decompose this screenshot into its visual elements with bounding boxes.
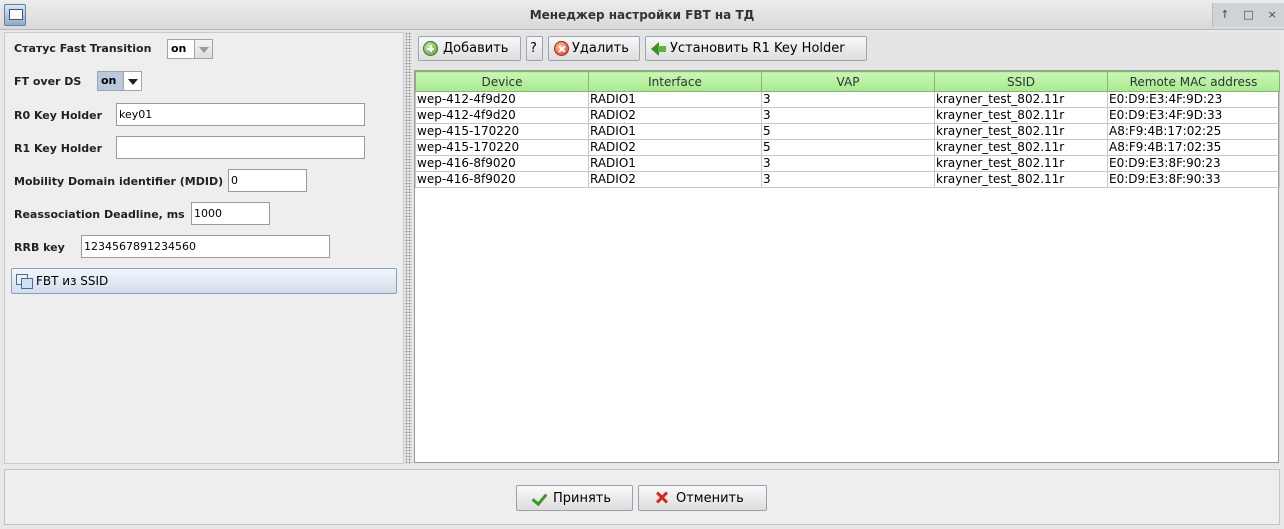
add-button-label: Добавить (443, 41, 509, 56)
x-icon (655, 491, 669, 505)
cell-device[interactable]: wep-412-4f9d20 (415, 91, 589, 108)
settings-panel: Статус Fast Transition on FT over DS on … (4, 32, 404, 464)
cell-ssid[interactable]: krayner_test_802.11r (934, 91, 1108, 108)
cell-interface[interactable]: RADIO2 (588, 139, 762, 156)
column-header-device[interactable]: Device (415, 71, 589, 92)
cell-vap[interactable]: 3 (761, 91, 935, 108)
plus-circle-icon (423, 41, 438, 56)
help-button-label: ? (530, 41, 537, 56)
table-row[interactable]: wep-416-8f9020 RADIO1 3 krayner_test_802… (415, 155, 1280, 172)
delete-button-label: Удалить (572, 41, 629, 56)
reassociation-deadline-label: Reassociation Deadline, ms (14, 208, 185, 221)
cell-remote-mac[interactable]: E0:D9:E3:4F:9D:33 (1107, 107, 1280, 124)
cell-remote-mac[interactable]: E0:D9:E3:4F:9D:23 (1107, 91, 1280, 108)
fast-transition-value: on (171, 42, 187, 55)
r1-key-holder-input[interactable] (116, 136, 365, 159)
cell-device[interactable]: wep-412-4f9d20 (415, 107, 589, 124)
cell-remote-mac[interactable]: A8:F9:4B:17:02:35 (1107, 139, 1280, 156)
column-header-ssid[interactable]: SSID (934, 71, 1108, 92)
fbt-devices-table: Device Interface VAP SSID Remote MAC add… (414, 70, 1280, 463)
table-header-row: Device Interface VAP SSID Remote MAC add… (415, 71, 1280, 92)
table-row[interactable]: wep-415-170220 RADIO2 5 krayner_test_802… (415, 139, 1280, 156)
cell-remote-mac[interactable]: A8:F9:4B:17:02:25 (1107, 123, 1280, 140)
chevron-down-icon[interactable] (123, 72, 141, 90)
cancel-button[interactable]: Отменить (638, 485, 767, 511)
window-controls: ↑ □ × (1212, 3, 1284, 27)
add-button[interactable]: Добавить (418, 36, 521, 61)
ft-over-ds-select[interactable]: on (97, 71, 142, 91)
mdid-label: Mobility Domain identifier (MDID) (14, 175, 224, 188)
cell-vap[interactable]: 5 (761, 123, 935, 140)
restore-icon[interactable]: □ (1237, 3, 1261, 27)
r0-key-holder-input[interactable]: key01 (116, 103, 365, 126)
cell-remote-mac[interactable]: E0:D9:E3:8F:90:23 (1107, 155, 1280, 172)
help-button[interactable]: ? (526, 36, 543, 61)
accept-button[interactable]: Принять (516, 485, 633, 511)
cell-device[interactable]: wep-416-8f9020 (415, 171, 589, 188)
cell-interface[interactable]: RADIO1 (588, 91, 762, 108)
reassociation-deadline-input[interactable]: 1000 (191, 202, 270, 225)
set-r1-key-holder-button[interactable]: Установить R1 Key Holder (645, 36, 867, 61)
table-row[interactable]: wep-412-4f9d20 RADIO2 3 krayner_test_802… (415, 107, 1280, 124)
cell-device[interactable]: wep-415-170220 (415, 123, 589, 140)
cell-vap[interactable]: 5 (761, 139, 935, 156)
cell-interface[interactable]: RADIO1 (588, 155, 762, 172)
cell-ssid[interactable]: krayner_test_802.11r (934, 155, 1108, 172)
dialog-button-bar: Принять Отменить (4, 469, 1280, 525)
accept-button-label: Принять (553, 491, 612, 506)
cell-remote-mac[interactable]: E0:D9:E3:8F:90:33 (1107, 171, 1280, 188)
mdid-input[interactable]: 0 (228, 169, 307, 192)
cell-interface[interactable]: RADIO2 (588, 107, 762, 124)
column-header-interface[interactable]: Interface (588, 71, 762, 92)
cell-vap[interactable]: 3 (761, 107, 935, 124)
fast-transition-select[interactable]: on (167, 39, 213, 59)
chevron-down-icon[interactable] (194, 40, 212, 58)
window-title: Менеджер настройки FBT на ТД (529, 8, 755, 22)
r1-key-holder-label: R1 Key Holder (14, 142, 103, 155)
maximize-icon[interactable]: ↑ (1213, 3, 1237, 27)
ft-over-ds-label: FT over DS (14, 75, 82, 88)
delete-button[interactable]: Удалить (548, 36, 640, 61)
rrb-key-input[interactable]: 1234567891234560 (81, 235, 330, 258)
check-icon (533, 490, 547, 504)
remote-devices-panel: Добавить ? Удалить Установить R1 Key Hol… (413, 32, 1280, 464)
delete-circle-icon (554, 41, 569, 56)
split-pane-divider[interactable] (405, 32, 412, 464)
table-row[interactable]: wep-416-8f9020 RADIO2 3 krayner_test_802… (415, 171, 1280, 188)
set-r1-key-holder-label: Установить R1 Key Holder (670, 41, 845, 56)
cell-device[interactable]: wep-415-170220 (415, 139, 589, 156)
cell-ssid[interactable]: krayner_test_802.11r (934, 139, 1108, 156)
fast-transition-label: Статус Fast Transition (14, 42, 152, 55)
cancel-button-label: Отменить (676, 491, 744, 506)
fbt-from-ssid-button[interactable]: FBT из SSID (11, 268, 397, 294)
table-row[interactable]: wep-412-4f9d20 RADIO1 3 krayner_test_802… (415, 91, 1280, 108)
cell-vap[interactable]: 3 (761, 155, 935, 172)
table-row[interactable]: wep-415-170220 RADIO1 5 krayner_test_802… (415, 123, 1280, 140)
rrb-key-label: RRB key (14, 241, 65, 254)
close-icon[interactable]: × (1260, 3, 1284, 27)
cell-ssid[interactable]: krayner_test_802.11r (934, 123, 1108, 140)
copy-icon (16, 274, 33, 289)
ft-over-ds-value: on (101, 74, 117, 87)
fbt-from-ssid-label: FBT из SSID (36, 274, 109, 288)
r0-key-holder-label: R0 Key Holder (14, 109, 103, 122)
cell-vap[interactable]: 3 (761, 171, 935, 188)
cell-interface[interactable]: RADIO2 (588, 171, 762, 188)
cell-ssid[interactable]: krayner_test_802.11r (934, 171, 1108, 188)
column-header-vap[interactable]: VAP (761, 71, 935, 92)
title-bar: Менеджер настройки FBT на ТД ↑ □ × (0, 0, 1284, 30)
cell-interface[interactable]: RADIO1 (588, 123, 762, 140)
cell-ssid[interactable]: krayner_test_802.11r (934, 107, 1108, 124)
arrow-left-icon (651, 41, 667, 56)
column-header-remote-mac[interactable]: Remote MAC address (1107, 71, 1280, 92)
cell-device[interactable]: wep-416-8f9020 (415, 155, 589, 172)
